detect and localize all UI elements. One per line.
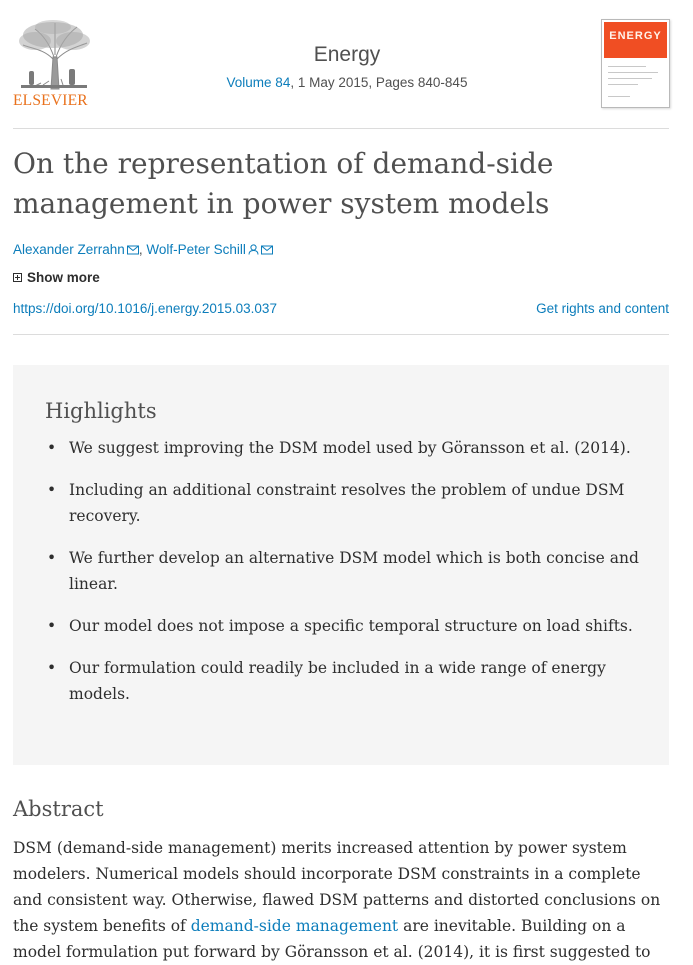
article-header: ELSEVIER Energy Volume 84, 1 May 2015, P… (0, 0, 693, 130)
highlight-text: We further develop an alternative DSM mo… (69, 549, 639, 593)
header-divider (13, 128, 669, 129)
author-separator: , (138, 242, 143, 257)
highlights-heading: Highlights (45, 399, 157, 423)
cover-text-line (608, 84, 638, 85)
article-title: On the representation of demand-side man… (13, 147, 554, 220)
highlight-item: • We suggest improving the DSM model used… (45, 435, 645, 461)
journal-cover-thumbnail[interactable]: ENERGY (601, 19, 670, 108)
bullet: • (47, 659, 57, 677)
highlights-list: • We suggest improving the DSM model used… (45, 435, 645, 723)
bullet: • (47, 617, 57, 635)
journal-title-link[interactable]: Energy (120, 43, 574, 67)
highlight-text: Including an additional constraint resol… (69, 481, 625, 525)
highlight-text: We suggest improving the DSM model used … (69, 439, 631, 457)
author-list: Alexander Zerrahn, Wolf-Peter Schill (13, 242, 273, 258)
issue-info: Volume 84, 1 May 2015, Pages 840-845 (120, 75, 574, 90)
highlight-item: • Our model does not impose a specific te… (45, 613, 645, 639)
highlight-item: • We further develop an alternative DSM m… (45, 545, 645, 597)
cover-text-line (608, 66, 646, 67)
bullet: • (47, 439, 57, 457)
issue-details: , 1 May 2015, Pages 840-845 (290, 75, 468, 90)
get-rights-link[interactable]: Get rights and content (536, 301, 669, 316)
volume-link[interactable]: Volume 84 (227, 75, 291, 90)
person-icon[interactable] (248, 243, 259, 258)
mail-icon[interactable] (126, 243, 139, 258)
bullet: • (47, 549, 57, 567)
abstract-paragraph: DSM (demand-side management) merits incr… (13, 835, 673, 965)
cover-title: ENERGY (609, 30, 662, 42)
mail-icon[interactable] (260, 243, 273, 258)
journal-block: Energy Volume 84, 1 May 2015, Pages 840-… (120, 43, 574, 90)
show-more-button[interactable]: Show more (13, 270, 100, 285)
abstract-heading: Abstract (13, 797, 104, 821)
show-more-label: Show more (27, 270, 100, 285)
plus-box-icon (13, 273, 22, 282)
meta-divider (13, 334, 669, 335)
author-link[interactable]: Alexander Zerrahn (13, 242, 125, 257)
elsevier-tree-logo[interactable]: ELSEVIER (13, 19, 93, 111)
doi-link[interactable]: https://doi.org/10.1016/j.energy.2015.03… (13, 301, 277, 316)
cover-text-line (608, 96, 630, 97)
highlight-text: Our formulation could readily be include… (69, 659, 606, 703)
highlight-item: • Including an additional constraint reso… (45, 477, 645, 529)
cover-text-line (608, 78, 652, 79)
author-link[interactable]: Wolf-Peter Schill (146, 242, 246, 257)
demand-side-management-link[interactable]: demand-side management (191, 917, 398, 935)
highlights-section: Highlights • We suggest improving the DSM… (13, 365, 669, 765)
cover-text-line (608, 72, 658, 73)
publisher-name: ELSEVIER (13, 92, 88, 109)
bullet: • (47, 481, 57, 499)
highlight-text: Our model does not impose a specific tem… (69, 617, 633, 635)
highlight-item: • Our formulation could readily be includ… (45, 655, 645, 707)
cover-banner: ENERGY (604, 22, 667, 58)
